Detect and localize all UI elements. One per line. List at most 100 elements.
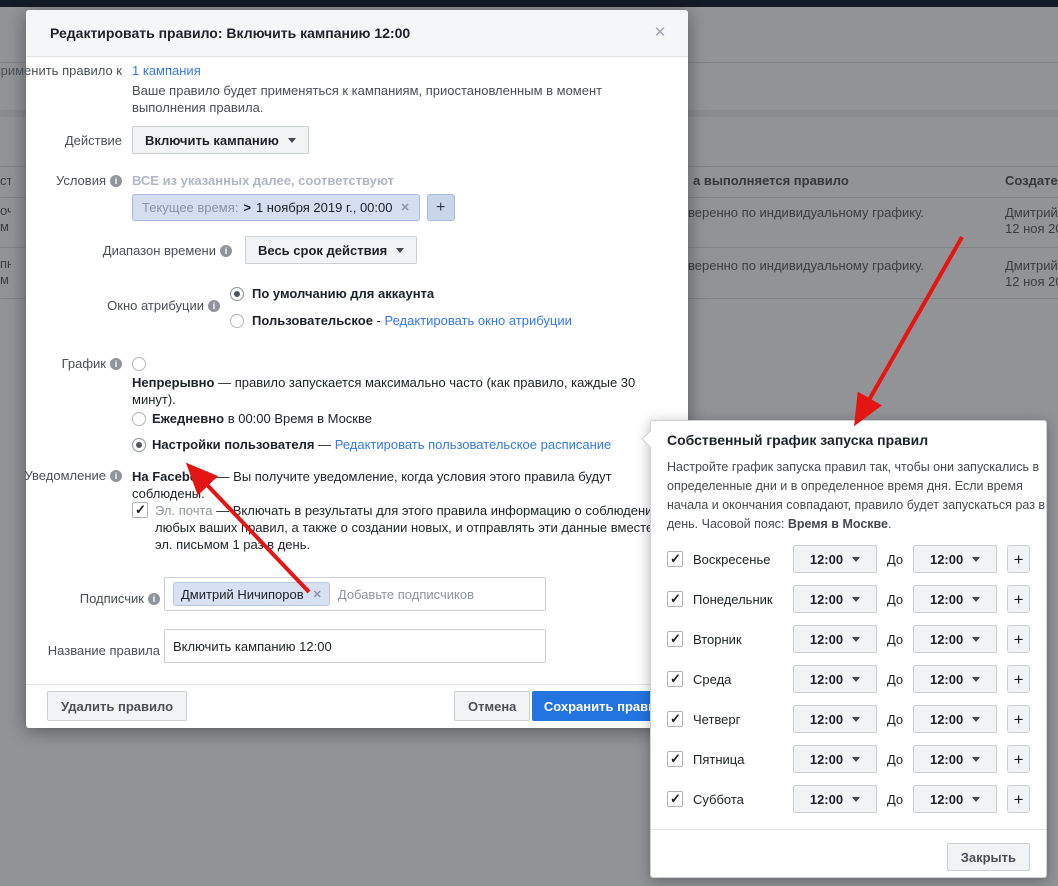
chevron-down-icon xyxy=(396,248,404,253)
facebook-notification-text: На Facebook — Вы получите уведомление, к… xyxy=(132,468,612,502)
popup-close-button[interactable]: Закрыть xyxy=(947,843,1030,871)
top-navbar xyxy=(0,0,1058,7)
day-label: Среда xyxy=(693,672,783,687)
end-time-dropdown[interactable]: 12:00 xyxy=(913,785,997,813)
day-checkbox[interactable] xyxy=(667,711,683,727)
chevron-down-icon xyxy=(972,637,980,642)
rule-name-input[interactable]: Включить кампанию 12:00 xyxy=(164,629,546,663)
close-icon[interactable] xyxy=(650,23,670,43)
to-label: До xyxy=(887,592,903,607)
bg-clipped-text: м xyxy=(0,219,11,234)
info-icon xyxy=(110,175,122,187)
end-time-dropdown[interactable]: 12:00 xyxy=(913,545,997,573)
attribution-default-radio[interactable] xyxy=(230,287,244,301)
add-time-slot-button[interactable]: + xyxy=(1007,625,1030,653)
chevron-down-icon xyxy=(852,637,860,642)
add-time-slot-button[interactable]: + xyxy=(1007,545,1030,573)
info-icon xyxy=(110,358,122,370)
table-cell-date: 12 ноя 20 xyxy=(1005,221,1058,236)
bg-col-header-creator: Создатель xyxy=(1005,173,1058,188)
add-time-slot-button[interactable]: + xyxy=(1007,585,1030,613)
chevron-down-icon xyxy=(852,557,860,562)
edit-attribution-link[interactable]: Редактировать окно атрибуции xyxy=(385,313,572,328)
to-label: До xyxy=(887,552,903,567)
chevron-down-icon xyxy=(972,717,980,722)
day-checkbox[interactable] xyxy=(667,751,683,767)
end-time-dropdown[interactable]: 12:00 xyxy=(913,745,997,773)
day-checkbox[interactable] xyxy=(667,551,683,567)
dialog-header: Редактировать правило: Включить кампанию… xyxy=(26,10,688,57)
chevron-down-icon xyxy=(972,677,980,682)
email-notification-checkbox[interactable] xyxy=(132,502,148,518)
schedule-custom-radio[interactable] xyxy=(132,438,146,452)
schedule-day-row: Среда 12:00 До 12:00 + xyxy=(667,659,1030,699)
campaign-count-link[interactable]: 1 кампания xyxy=(132,63,201,78)
chevron-down-icon xyxy=(852,677,860,682)
action-label: Действие xyxy=(0,133,122,148)
schedule-day-row: Пятница 12:00 До 12:00 + xyxy=(667,739,1030,779)
add-time-slot-button[interactable]: + xyxy=(1007,745,1030,773)
time-range-label: Диапазон времени xyxy=(86,243,232,258)
to-label: До xyxy=(887,712,903,727)
remove-subscriber-icon[interactable] xyxy=(313,588,322,601)
start-time-dropdown[interactable]: 12:00 xyxy=(793,625,877,653)
subscriber-placeholder: Добавьте подписчиков xyxy=(338,587,474,602)
schedule-label: График xyxy=(0,356,122,371)
remove-condition-icon[interactable] xyxy=(400,201,409,214)
custom-schedule-popup: Собственный график запуска правил Настро… xyxy=(650,420,1047,878)
condition-tag[interactable]: Текущее время: > 1 ноября 2019 г., 00:00 xyxy=(132,194,420,221)
schedule-daily-radio[interactable] xyxy=(132,412,146,426)
apply-to-label: Применить правило к xyxy=(0,63,122,78)
day-checkbox[interactable] xyxy=(667,591,683,607)
end-time-dropdown[interactable]: 12:00 xyxy=(913,705,997,733)
day-checkbox[interactable] xyxy=(667,631,683,647)
bg-col-header-when: а выполняется правило xyxy=(693,173,849,188)
chevron-down-icon xyxy=(288,138,296,143)
day-label: Пятница xyxy=(693,752,783,767)
schedule-custom-option: Настройки пользователя — Редактировать п… xyxy=(152,437,611,452)
divider xyxy=(26,684,688,685)
add-condition-button[interactable]: + xyxy=(427,194,455,221)
day-label: Понедельник xyxy=(693,592,783,607)
end-time-dropdown[interactable]: 12:00 xyxy=(913,625,997,653)
start-time-dropdown[interactable]: 12:00 xyxy=(793,585,877,613)
day-label: Суббота xyxy=(693,792,783,807)
schedule-continuous-radio[interactable] xyxy=(132,357,146,371)
day-checkbox[interactable] xyxy=(667,791,683,807)
end-time-dropdown[interactable]: 12:00 xyxy=(913,585,997,613)
day-checkbox[interactable] xyxy=(667,671,683,687)
subscriber-label: Подписчик xyxy=(0,591,160,606)
time-range-dropdown[interactable]: Весь срок действия xyxy=(245,236,417,264)
info-icon xyxy=(110,470,122,482)
screen: а выполняется правило Создатель ст оч м … xyxy=(0,0,1058,886)
to-label: До xyxy=(887,672,903,687)
edit-rule-dialog: Редактировать правило: Включить кампанию… xyxy=(26,10,688,728)
delete-rule-button[interactable]: Удалить правило xyxy=(47,691,187,721)
start-time-dropdown[interactable]: 12:00 xyxy=(793,545,877,573)
chevron-down-icon xyxy=(852,717,860,722)
schedule-day-row: Суббота 12:00 До 12:00 + xyxy=(667,779,1030,819)
end-time-dropdown[interactable]: 12:00 xyxy=(913,665,997,693)
action-dropdown[interactable]: Включить кампанию xyxy=(132,126,309,154)
to-label: До xyxy=(887,792,903,807)
chevron-down-icon xyxy=(852,797,860,802)
dialog-title: Редактировать правило: Включить кампанию… xyxy=(50,25,410,41)
add-time-slot-button[interactable]: + xyxy=(1007,665,1030,693)
edit-custom-schedule-link[interactable]: Редактировать пользовательское расписани… xyxy=(335,437,612,452)
divider xyxy=(651,829,1046,830)
table-cell-date: 12 ноя 20 xyxy=(1005,274,1058,289)
start-time-dropdown[interactable]: 12:00 xyxy=(793,785,877,813)
table-cell-creator: Дмитрий xyxy=(1005,258,1058,273)
attribution-custom-radio[interactable] xyxy=(230,314,244,328)
day-label: Четверг xyxy=(693,712,783,727)
table-row: веренно по индивидуальному графику. xyxy=(688,205,924,220)
add-time-slot-button[interactable]: + xyxy=(1007,785,1030,813)
to-label: До xyxy=(887,632,903,647)
subscriber-input[interactable]: Дмитрий Ничипоров Добавьте подписчиков xyxy=(164,577,546,611)
popup-title: Собственный график запуска правил xyxy=(667,432,928,448)
start-time-dropdown[interactable]: 12:00 xyxy=(793,745,877,773)
start-time-dropdown[interactable]: 12:00 xyxy=(793,665,877,693)
add-time-slot-button[interactable]: + xyxy=(1007,705,1030,733)
start-time-dropdown[interactable]: 12:00 xyxy=(793,705,877,733)
cancel-button[interactable]: Отмена xyxy=(454,691,530,721)
